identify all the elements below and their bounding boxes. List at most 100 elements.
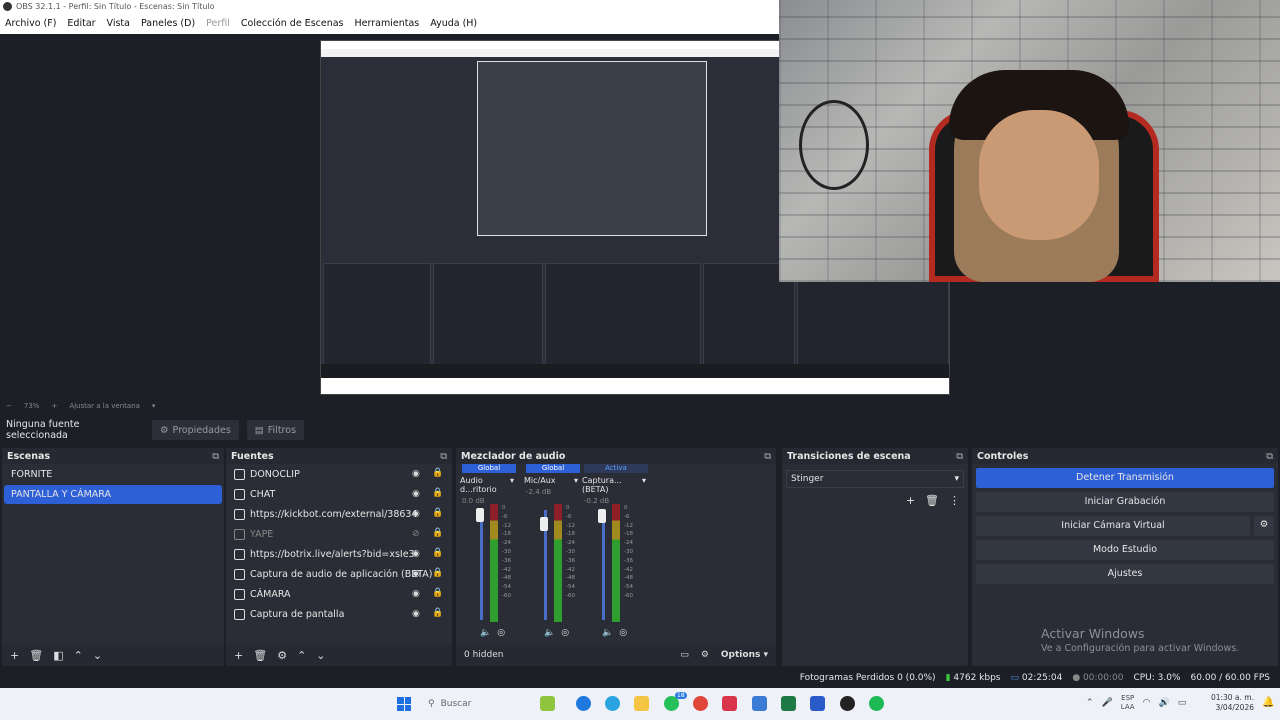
taskbar-clock[interactable]: 01:30 a. m. 3/04/2026 [1208,693,1254,713]
chrome-icon[interactable] [693,696,708,711]
volume-icon[interactable]: 🔊 [1158,698,1169,708]
remove-source-icon[interactable]: 🗑 [253,649,267,662]
source-item[interactable]: https://botrix.live/alerts?bid=xsIe3%2B9… [226,544,452,564]
source-item[interactable]: YAPE ⊘ 🔒 [226,524,452,544]
source-settings-icon[interactable]: ⚙ [277,649,287,662]
add-source-icon[interactable]: + [234,649,243,662]
speaker-icon[interactable]: 🔈 [602,628,619,638]
move-down-icon[interactable]: ⌄ [316,649,325,662]
volume-slider[interactable] [480,510,483,620]
windows-start-icon[interactable] [397,697,411,711]
move-up-icon[interactable]: ⌃ [297,649,306,662]
lock-icon[interactable]: 🔒 [432,528,443,538]
settings-button[interactable]: Ajustes [976,564,1274,584]
eye-icon[interactable]: ◉ [412,589,420,599]
source-item[interactable]: CÁMARA ◉ 🔒 [226,584,452,604]
fit-window-button[interactable]: Ajustar a la ventana [69,402,140,412]
headphones-icon[interactable]: ◎ [561,628,575,638]
start-virtual-camera-button[interactable]: Iniciar Cámara Virtual [976,516,1250,536]
obs-taskbar-icon[interactable] [840,696,855,711]
lock-icon[interactable]: 🔒 [432,548,443,558]
add-transition-icon[interactable]: + [906,494,915,507]
undock-icon[interactable]: ⧉ [956,451,963,462]
studio-mode-button[interactable]: Modo Estudio [976,540,1274,560]
eye-icon[interactable]: ◉ [412,549,420,559]
chevron-down-icon[interactable]: ▾ [510,476,514,494]
lock-icon[interactable]: 🔒 [432,608,443,618]
lock-icon[interactable]: 🔒 [432,488,443,498]
chevron-down-icon[interactable]: ▾ [152,402,156,412]
battery-icon[interactable]: ▭ [1178,698,1187,708]
add-scene-icon[interactable]: + [10,649,19,662]
edge-icon[interactable] [576,696,591,711]
source-item[interactable]: DONOCLIP ◉ 🔒 [226,464,452,484]
notifications-icon[interactable]: 🔔 [1262,697,1274,708]
language-indicator[interactable]: ESP LAA [1121,694,1135,712]
menu-editar[interactable]: Editar [67,18,95,34]
scene-item-fornite[interactable]: FORNITE [4,465,222,484]
chevron-down-icon[interactable]: ▾ [642,476,646,494]
virtual-camera-settings-icon[interactable]: ⚙ [1254,516,1274,536]
zoom-out-icon[interactable]: − [6,402,12,412]
lock-icon[interactable]: 🔒 [432,588,443,598]
undock-icon[interactable]: ⧉ [764,451,771,462]
speaker-icon[interactable]: 🔈 [544,628,561,638]
eye-icon[interactable]: ◉ [412,489,420,499]
file-explorer-icon[interactable] [634,696,649,711]
mixer-options-button[interactable]: Options ▾ [721,650,768,660]
menu-herramientas[interactable]: Herramientas [355,18,420,34]
undock-icon[interactable]: ⧉ [212,451,219,462]
undock-icon[interactable]: ⧉ [440,451,447,462]
eye-icon[interactable]: ◉ [412,569,420,579]
mic-icon[interactable]: 🎤 [1102,698,1113,708]
weather-icon[interactable] [540,696,555,711]
source-item[interactable]: Captura de audio de aplicación (BETA) ◉ 🔒 [226,564,452,584]
excel-icon[interactable] [781,696,796,711]
move-up-icon[interactable]: ⌃ [74,649,83,662]
lock-icon[interactable]: 🔒 [432,508,443,518]
undock-icon[interactable]: ⧉ [1266,451,1273,462]
eye-icon[interactable]: ◉ [412,469,420,479]
start-recording-button[interactable]: Iniciar Grabación [976,492,1274,512]
menu-ayuda[interactable]: Ayuda (H) [430,18,477,34]
menu-archivo[interactable]: Archivo (F) [5,18,56,34]
lock-icon[interactable]: 🔒 [432,468,443,478]
headphones-icon[interactable]: ◎ [619,628,633,638]
volume-knob[interactable] [476,508,484,523]
scene-item-pantalla-y-camara[interactable]: PANTALLA Y CÁMARA [4,485,222,504]
wifi-icon[interactable]: ◠ [1143,698,1151,708]
filters-button[interactable]: ▤ Filtros [246,420,305,440]
mixer-layout-icon[interactable]: ▭ [680,650,689,660]
telegram-icon[interactable] [605,696,620,711]
remove-transition-icon[interactable]: 🗑 [925,494,939,507]
scene-filters-icon[interactable]: ◧ [53,649,63,662]
source-item[interactable]: CHAT ◉ 🔒 [226,484,452,504]
calculator-icon[interactable] [752,696,767,711]
zoom-in-icon[interactable]: + [51,402,57,412]
stop-streaming-button[interactable]: Detener Transmisión [976,468,1274,488]
spotify-icon[interactable] [869,696,884,711]
move-down-icon[interactable]: ⌄ [93,649,102,662]
transition-select[interactable]: Stinger ▾ [786,470,964,488]
typora-icon[interactable] [722,696,737,711]
volume-slider[interactable] [602,510,605,620]
word-icon[interactable] [810,696,825,711]
eye-icon[interactable]: ◉ [412,509,420,519]
remove-scene-icon[interactable]: 🗑 [29,649,43,662]
menu-perfil[interactable]: Perfil [206,18,230,34]
more-options-icon[interactable]: ⋮ [949,494,960,507]
menu-coleccion-escenas[interactable]: Colección de Escenas [241,18,344,34]
lock-icon[interactable]: 🔒 [432,568,443,578]
taskbar-search[interactable]: ⚲ Buscar [428,694,528,714]
volume-knob[interactable] [540,517,548,531]
chevron-up-icon[interactable]: ⌃ [1086,698,1094,708]
volume-knob[interactable] [598,509,606,524]
menu-paneles[interactable]: Paneles (D) [141,18,195,34]
source-item[interactable]: Captura de pantalla ◉ 🔒 [226,604,452,624]
eye-icon[interactable]: ◉ [412,609,420,619]
menu-vista[interactable]: Vista [107,18,130,34]
advanced-audio-icon[interactable]: ⚙ [701,650,709,660]
chevron-down-icon[interactable]: ▾ [574,476,578,485]
headphones-icon[interactable]: ◎ [497,628,511,638]
speaker-icon[interactable]: 🔈 [480,628,497,638]
